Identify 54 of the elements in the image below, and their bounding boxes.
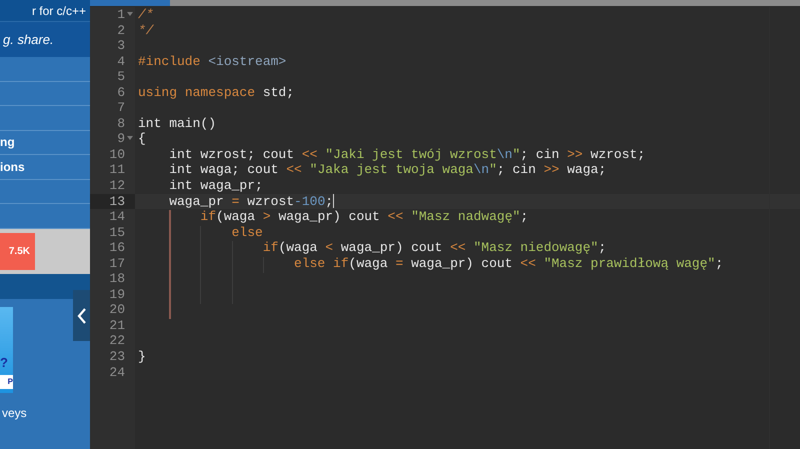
line-number: 23 xyxy=(109,349,125,365)
code-line: int wzrost; cout << "Jaki jest twój wzrost\n"; cin >> wzrost; xyxy=(168,146,646,162)
line-number: 7 xyxy=(117,100,125,116)
line-number: 1 xyxy=(117,7,125,23)
line-number: 9 xyxy=(117,131,125,147)
code-line: int waga_pr; xyxy=(168,178,263,194)
line-number: 10 xyxy=(109,146,125,162)
line-number: 22 xyxy=(109,333,125,350)
text-cursor xyxy=(333,194,334,208)
fold-arrow-icon[interactable] xyxy=(127,12,133,16)
code-line: if(waga > waga_pr) cout << "Masz nadwagę"; xyxy=(199,209,528,224)
counter-button[interactable]: 7.5K xyxy=(0,232,35,270)
line-number: 5 xyxy=(117,69,125,85)
code-line: int waga; cout << "Jaka jest twoja waga\n"; cin >> waga; xyxy=(168,162,606,178)
code-line: else xyxy=(230,224,263,240)
code-line: { xyxy=(138,131,146,146)
line-number: 4 xyxy=(117,54,125,70)
line-number: 16 xyxy=(109,240,125,256)
line-number: 17 xyxy=(109,256,125,272)
sidebar-text: veys xyxy=(2,405,27,422)
code-line: waga_pr = wzrost-100; xyxy=(168,194,334,209)
line-number: 18 xyxy=(109,271,125,287)
line-number: 19 xyxy=(109,286,125,302)
code-line: if(waga < waga_pr) cout << "Masz niedowagę"; xyxy=(262,240,606,256)
line-number: 15 xyxy=(109,224,125,240)
ad-button[interactable]: P xyxy=(0,375,13,389)
ad-text: ? xyxy=(0,354,8,372)
editor-tab[interactable] xyxy=(90,0,170,6)
line-number: 11 xyxy=(109,162,125,178)
ad-banner[interactable]: ? P xyxy=(0,307,13,393)
code-line: using namespace std; xyxy=(138,84,294,100)
line-number: 2 xyxy=(117,22,125,38)
line-number: 14 xyxy=(109,209,125,225)
line-number: 20 xyxy=(109,302,125,318)
fold-arrow-icon[interactable] xyxy=(127,136,133,140)
code-line: else if(waga = waga_pr) cout << "Masz prawidłową wagę"; xyxy=(293,256,724,271)
line-number: 6 xyxy=(117,84,125,100)
line-number: 3 xyxy=(117,38,125,54)
line-number: 13 xyxy=(109,194,125,210)
collapse-button[interactable] xyxy=(73,290,90,341)
code-line: /* xyxy=(138,7,154,22)
code-line: } xyxy=(138,349,146,364)
menu-item[interactable]: ng xyxy=(0,133,15,152)
menu-item[interactable]: ions xyxy=(0,158,25,176)
line-number: 12 xyxy=(109,178,125,194)
site-tagline: r for c/c++ xyxy=(32,2,86,20)
chevron-left-icon xyxy=(76,306,86,324)
site-motto: g. share. xyxy=(3,30,54,49)
code-line: */ xyxy=(138,22,154,38)
line-number: 8 xyxy=(117,116,125,132)
line-number: 24 xyxy=(109,364,125,380)
code-line: #include <iostream> xyxy=(138,54,286,69)
line-number: 21 xyxy=(109,318,125,334)
code-line: int main() xyxy=(138,116,216,131)
